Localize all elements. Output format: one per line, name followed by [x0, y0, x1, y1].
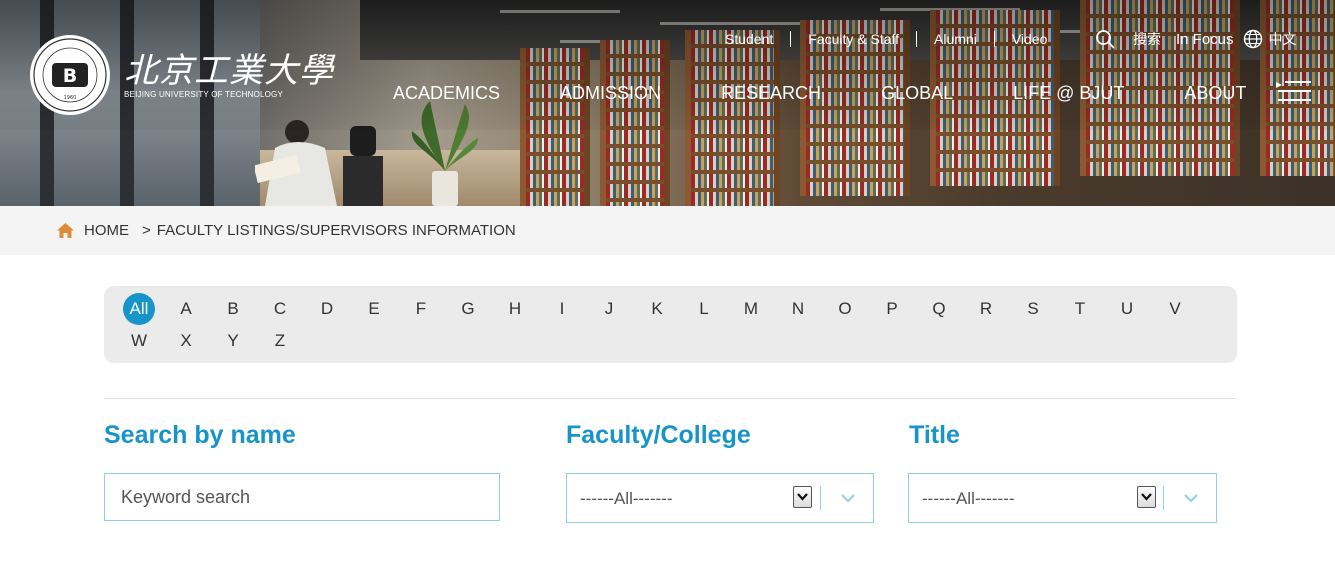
- title-label: Title: [909, 421, 960, 449]
- letter-filter[interactable]: G: [452, 293, 484, 325]
- letter-filter[interactable]: Q: [923, 293, 955, 325]
- section-divider: [104, 398, 1237, 399]
- faculty-college-select[interactable]: ------All-------: [566, 473, 874, 523]
- title-select[interactable]: ------All-------: [908, 473, 1217, 523]
- utility-actions: 搜索 In Focus 中文: [1095, 29, 1297, 49]
- dropdown-arrow-icon[interactable]: [793, 486, 812, 508]
- globe-icon[interactable]: [1243, 29, 1263, 49]
- letter-filter[interactable]: C: [264, 293, 296, 325]
- faculty-college-label: Faculty/College: [566, 421, 751, 449]
- search-icon[interactable]: [1095, 29, 1115, 49]
- breadcrumb-home[interactable]: HOME: [84, 222, 129, 239]
- letter-filter[interactable]: R: [970, 293, 1002, 325]
- nav-video[interactable]: Video: [995, 31, 1065, 47]
- letter-filter[interactable]: E: [358, 293, 390, 325]
- dropdown-arrow-icon[interactable]: [1137, 486, 1156, 508]
- letter-filter[interactable]: T: [1064, 293, 1096, 325]
- nav-student[interactable]: Student: [708, 31, 790, 47]
- letter-filter[interactable]: J: [593, 293, 625, 325]
- search-by-name-label: Search by name: [104, 421, 296, 449]
- breadcrumb: HOME > FACULTY LISTINGS/SUPERVISORS INFO…: [57, 222, 516, 239]
- select-divider: [1163, 486, 1164, 510]
- title-value: ------All-------: [922, 489, 1015, 508]
- university-logo[interactable]: B 1960 北京工業大學 BEIJING UNIVERSITY OF TECH…: [30, 35, 334, 115]
- nav-admission[interactable]: ADMISSION: [560, 82, 661, 104]
- student-reading-image: [255, 120, 383, 206]
- letter-filter[interactable]: D: [311, 293, 343, 325]
- keyword-search-input[interactable]: [104, 473, 500, 521]
- nav-faculty-staff[interactable]: Faculty & Staff: [791, 31, 916, 47]
- letter-filter[interactable]: K: [641, 293, 673, 325]
- letter-filter[interactable]: W: [123, 325, 155, 357]
- letter-filter[interactable]: O: [829, 293, 861, 325]
- svg-text:1960: 1960: [64, 95, 77, 101]
- utility-nav: Student Faculty & Staff Alumni Video: [708, 31, 1064, 47]
- nav-life-bjut[interactable]: LIFE @ BJUT: [1013, 82, 1124, 104]
- letter-filter[interactable]: A: [170, 293, 202, 325]
- letter-filter-all[interactable]: All: [123, 293, 155, 325]
- letter-filter[interactable]: L: [688, 293, 720, 325]
- letter-filter[interactable]: B: [217, 293, 249, 325]
- letter-filter[interactable]: V: [1159, 293, 1191, 325]
- letter-filter[interactable]: U: [1111, 293, 1143, 325]
- university-name-english: BEIJING UNIVERSITY OF TECHNOLOGY: [124, 89, 284, 99]
- alphabet-filter: All A B C D E F G H I J K L M N O P Q R …: [104, 286, 1237, 363]
- faculty-college-value: ------All-------: [580, 489, 673, 508]
- chevron-down-icon[interactable]: [840, 492, 856, 504]
- letter-filter[interactable]: Y: [217, 325, 249, 357]
- menu-icon[interactable]: [1276, 80, 1311, 102]
- letter-filter[interactable]: S: [1017, 293, 1049, 325]
- letter-filter[interactable]: Z: [264, 325, 296, 357]
- letter-filter[interactable]: X: [170, 325, 202, 357]
- search-link[interactable]: 搜索: [1133, 29, 1161, 49]
- letter-filter[interactable]: H: [499, 293, 531, 325]
- in-focus-link[interactable]: In Focus: [1176, 31, 1234, 48]
- home-icon[interactable]: [57, 223, 74, 238]
- letter-filter[interactable]: I: [546, 293, 578, 325]
- svg-text:B: B: [63, 65, 77, 87]
- main-nav: ACADEMICS ADMISSION RESEARCH GLOBAL LIFE…: [393, 82, 1246, 104]
- letter-filter[interactable]: M: [735, 293, 767, 325]
- letter-filter[interactable]: F: [405, 293, 437, 325]
- university-name-chinese: 北京工業大學: [124, 50, 334, 91]
- university-seal-icon: B 1960: [30, 35, 110, 115]
- breadcrumb-current: FACULTY LISTINGS/SUPERVISORS INFORMATION: [156, 222, 516, 239]
- nav-global[interactable]: GLOBAL: [881, 82, 953, 104]
- nav-about[interactable]: ABOUT: [1184, 82, 1246, 104]
- nav-alumni[interactable]: Alumni: [917, 31, 994, 47]
- breadcrumb-bar: HOME > FACULTY LISTINGS/SUPERVISORS INFO…: [0, 206, 1335, 255]
- breadcrumb-separator: >: [142, 222, 151, 239]
- language-switch[interactable]: 中文: [1269, 29, 1297, 49]
- nav-academics[interactable]: ACADEMICS: [393, 82, 500, 104]
- select-divider: [820, 486, 821, 510]
- letter-filter[interactable]: P: [876, 293, 908, 325]
- chevron-down-icon[interactable]: [1183, 492, 1199, 504]
- letter-filter[interactable]: N: [782, 293, 814, 325]
- nav-research[interactable]: RESEARCH: [721, 82, 821, 104]
